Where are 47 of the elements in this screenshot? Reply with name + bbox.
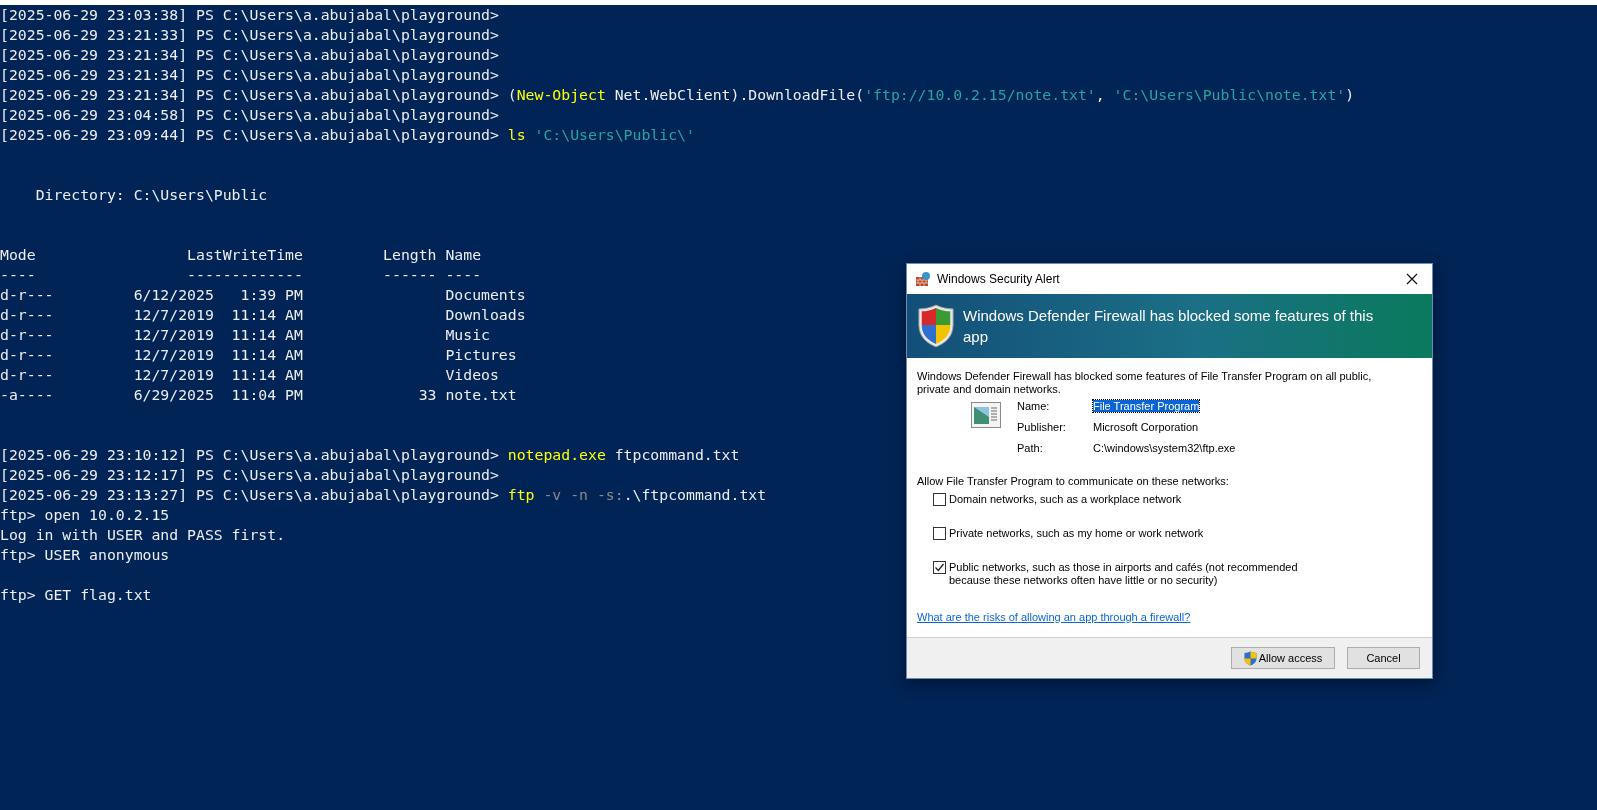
terminal-line: ftp> GET flag.txt	[0, 585, 152, 605]
terminal-line: d-r--- 12/7/2019 11:14 AM Pictures	[0, 345, 517, 365]
field-label: Publisher:	[1017, 421, 1067, 434]
dialog-button[interactable]: Cancel	[1347, 647, 1420, 669]
checkbox[interactable]	[933, 561, 946, 574]
networks-prompt: Allow File Transfer Program to communicate on these networks:	[917, 475, 1230, 487]
checkbox-label[interactable]: Domain networks, such as a workplace network	[949, 493, 1311, 506]
firewall-risks-link[interactable]: What are the risks of allowing an app through a firewall?	[917, 611, 1191, 623]
shield-icon	[917, 304, 955, 348]
field-value: File Transfer Program	[1093, 400, 1200, 412]
terminal-line: [2025-06-29 23:21:33] PS C:\Users\a.abujabal\playground>	[0, 25, 499, 45]
terminal-line: ftp> USER anonymous	[0, 545, 170, 565]
checkbox-label[interactable]: Private networks, such as my home or work network	[949, 527, 1311, 540]
terminal-line: Mode LastWriteTime Length Name	[0, 245, 482, 265]
field-label: Name:	[1017, 400, 1051, 413]
terminal-line: ftp> open 10.0.2.15	[0, 505, 170, 525]
terminal-line: [2025-06-29 23:10:12] PS C:\Users\a.abujabal\playground> notepad.exe ftpcommand.txt	[0, 445, 740, 465]
alert-heading: Windows Defender Firewall has blocked some features of this app	[963, 306, 1375, 347]
alert-message: Windows Defender Firewall has blocked some features of File Transfer Program on all public, private and domain networks.	[917, 370, 1373, 396]
terminal-line: d-r--- 12/7/2019 11:14 AM Music	[0, 325, 490, 345]
terminal-line: [2025-06-29 23:04:58] PS C:\Users\a.abujabal\playground>	[0, 105, 499, 125]
brick-wall-globe-icon	[915, 271, 931, 287]
checkbox[interactable]	[933, 493, 946, 506]
field-value: C:\windows\system32\ftp.exe	[1093, 442, 1236, 454]
terminal-line: [2025-06-29 23:21:34] PS C:\Users\a.abujabal\playground>	[0, 45, 499, 65]
terminal-line: ---- ------------- ------ ----	[0, 265, 482, 285]
terminal-line: [2025-06-29 23:21:34] PS C:\Users\a.abujabal\playground> (New-Object Net.WebClient).DownloadFile('ftp://10.0.2.15/note.txt', 'C:\Users\Public\note.txt')	[0, 85, 1355, 105]
terminal-line: [2025-06-29 23:09:44] PS C:\Users\a.abujabal\playground> ls 'C:\Users\Public\'	[0, 125, 695, 145]
terminal-line: -a---- 6/29/2025 11:04 PM 33 note.txt	[0, 385, 517, 405]
field-value: Microsoft Corporation	[1093, 421, 1199, 433]
terminal-line: Directory: C:\Users\Public	[34, 185, 268, 205]
shield-icon	[1243, 650, 1257, 666]
close-icon	[1406, 273, 1418, 285]
checkbox-label[interactable]: Public networks, such as those in airports and cafés (not recommended because these networks often have little or no security)	[949, 561, 1311, 587]
terminal-line: d-r--- 12/7/2019 11:14 AM Downloads	[0, 305, 526, 325]
terminal-line: Log in with USER and PASS first.	[0, 525, 286, 545]
terminal-line: d-r--- 6/12/2025 1:39 PM Documents	[0, 285, 526, 305]
terminal-line: d-r--- 12/7/2019 11:14 AM Videos	[0, 365, 499, 385]
terminal-line: [2025-06-29 23:13:27] PS C:\Users\a.abujabal\playground> ftp -v -n -s:.\ftpcommand.txt	[0, 485, 767, 505]
dialog-button[interactable]: Allow access	[1231, 647, 1335, 669]
dialog-title: Windows Security Alert	[937, 272, 1060, 286]
checkbox[interactable]	[933, 527, 946, 540]
terminal-line: [2025-06-29 23:03:38] PS C:\Users\a.abujabal\playground>	[0, 5, 499, 25]
terminal-line: [2025-06-29 23:21:34] PS C:\Users\a.abujabal\playground>	[0, 65, 499, 85]
field-label: Path:	[1017, 442, 1044, 455]
terminal-line: [2025-06-29 23:12:17] PS C:\Users\a.abujabal\playground>	[0, 465, 499, 485]
program-window-icon	[971, 402, 1001, 428]
